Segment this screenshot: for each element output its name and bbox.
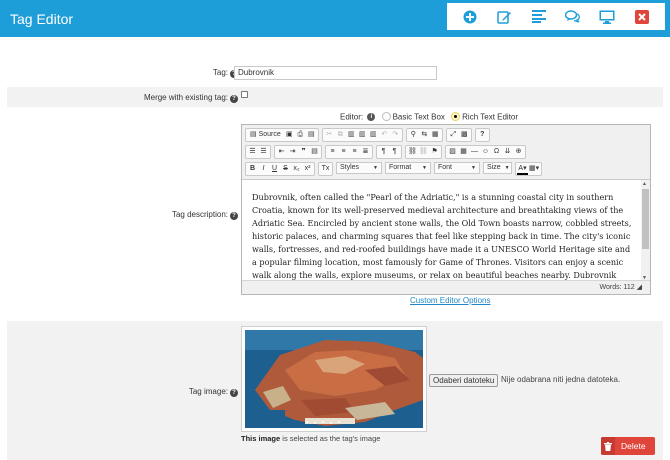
- paste-word-icon[interactable]: ▥: [368, 129, 379, 141]
- editor-chooser: Editor: i Basic Text Box Rich Text Edito…: [340, 112, 519, 122]
- outdent-icon[interactable]: ⇤: [276, 146, 287, 158]
- info-icon[interactable]: i: [367, 112, 376, 121]
- italic-icon[interactable]: I: [258, 163, 269, 175]
- custom-editor-options-link[interactable]: Custom Editor Options: [410, 296, 490, 305]
- scroll-up-icon[interactable]: ▲: [642, 181, 647, 187]
- help-icon[interactable]: ?: [230, 212, 238, 220]
- ltr-icon[interactable]: ¶: [378, 146, 389, 158]
- close-icon[interactable]: [633, 8, 651, 26]
- window-title: Tag Editor: [10, 11, 74, 27]
- image-note: This image is selected as the tag's imag…: [241, 434, 381, 443]
- help-icon[interactable]: ?: [230, 95, 238, 103]
- comments-icon[interactable]: [564, 8, 582, 26]
- edit-icon[interactable]: [495, 8, 513, 26]
- rtl-icon[interactable]: ¶: [389, 146, 400, 158]
- styles-dropdown[interactable]: Styles ▼: [336, 162, 382, 174]
- tag-image-picture: [245, 330, 423, 428]
- image-label: Tag image:?: [189, 387, 238, 397]
- special-char-icon[interactable]: Ω: [491, 146, 502, 158]
- print-icon[interactable]: ⎙: [295, 129, 306, 141]
- preview-icon[interactable]: ▤: [306, 129, 317, 141]
- title-bar: Tag Editor: [0, 0, 670, 37]
- numbered-list-icon[interactable]: ☰: [247, 146, 258, 158]
- smiley-icon[interactable]: ☺: [480, 146, 491, 158]
- help-icon[interactable]: ?: [477, 129, 488, 141]
- editor-scrollbar[interactable]: ▲ ▼: [641, 180, 650, 282]
- iframe-icon[interactable]: ⊕: [513, 146, 524, 158]
- description-label: Tag description:?: [172, 210, 238, 220]
- superscript-icon[interactable]: x²: [302, 163, 313, 175]
- scroll-thumb[interactable]: [642, 189, 649, 249]
- strike-icon[interactable]: S: [280, 163, 291, 175]
- horizontal-line-icon[interactable]: ―: [469, 146, 480, 158]
- help-icon[interactable]: ?: [230, 389, 238, 397]
- merge-label: Merge with existing tag:?: [144, 93, 238, 103]
- find-icon[interactable]: ⚲: [408, 129, 419, 141]
- undo-icon[interactable]: ↶: [379, 129, 390, 141]
- radio-basic-text-box[interactable]: [381, 112, 391, 122]
- source-button[interactable]: ▤ Source: [247, 129, 284, 141]
- merge-row: [7, 87, 663, 107]
- copy-icon[interactable]: ⧉: [335, 129, 346, 141]
- background-color-icon[interactable]: ▦▾: [528, 163, 540, 175]
- tag-image: [241, 326, 427, 432]
- text-color-icon[interactable]: A▾: [517, 163, 528, 175]
- select-all-icon[interactable]: ▦: [430, 129, 441, 141]
- link-icon[interactable]: ⛓: [407, 146, 418, 158]
- size-dropdown[interactable]: Size ▼: [483, 162, 512, 174]
- format-dropdown[interactable]: Format ▼: [385, 162, 431, 174]
- list-icon[interactable]: [530, 8, 548, 26]
- rich-text-editor: ▤ Source ▣ ⎙ ▤ ✂ ⧉ ▥ ▥ ▥ ↶ ↷ ⚲ ⇆ ▦ ⤢ ▩ ?…: [241, 124, 651, 295]
- div-container-icon[interactable]: ▤: [309, 146, 320, 158]
- align-center-icon[interactable]: ≡: [338, 146, 349, 158]
- paste-text-icon[interactable]: ▥: [357, 129, 368, 141]
- editor-content[interactable]: Dubrovnik, often called the "Pearl of th…: [242, 180, 642, 282]
- blockquote-icon[interactable]: ❞: [298, 146, 309, 158]
- maximize-icon[interactable]: ⤢: [448, 129, 459, 141]
- trash-icon: [601, 437, 615, 455]
- redo-icon[interactable]: ↷: [390, 129, 401, 141]
- justify-icon[interactable]: ≣: [360, 146, 371, 158]
- word-count: Words: 112: [599, 284, 635, 291]
- templates-icon[interactable]: ▣: [284, 129, 295, 141]
- radio-rich-text-editor[interactable]: [451, 112, 461, 122]
- image-icon[interactable]: ▨: [447, 146, 458, 158]
- unlink-icon[interactable]: ⛓: [418, 146, 429, 158]
- subscript-icon[interactable]: x₂: [291, 163, 302, 175]
- tag-input[interactable]: Dubrovnik: [234, 66, 437, 80]
- show-blocks-icon[interactable]: ▩: [459, 129, 470, 141]
- bulleted-list-icon[interactable]: ☰: [258, 146, 269, 158]
- editor-statusbar: Words: 112 ◢: [242, 280, 650, 294]
- indent-icon[interactable]: ⇥: [287, 146, 298, 158]
- toolbox: [447, 3, 665, 30]
- replace-icon[interactable]: ⇆: [419, 129, 430, 141]
- page-break-icon[interactable]: ⇊: [502, 146, 513, 158]
- cut-icon[interactable]: ✂: [324, 129, 335, 141]
- bold-icon[interactable]: B: [247, 163, 258, 175]
- delete-button[interactable]: Delete: [601, 437, 655, 455]
- editor-toolbars: ▤ Source ▣ ⎙ ▤ ✂ ⧉ ▥ ▥ ▥ ↶ ↷ ⚲ ⇆ ▦ ⤢ ▩ ?…: [242, 125, 650, 180]
- font-dropdown[interactable]: Font ▼: [434, 162, 480, 174]
- align-left-icon[interactable]: ≡: [327, 146, 338, 158]
- choose-file-button[interactable]: Odaberi datoteku: [429, 374, 499, 387]
- anchor-icon[interactable]: ⚑: [429, 146, 440, 158]
- merge-checkbox[interactable]: [241, 91, 248, 98]
- monitor-icon[interactable]: [598, 8, 616, 26]
- table-icon[interactable]: ▦: [458, 146, 469, 158]
- file-status: Nije odabrana niti jedna datoteka.: [501, 375, 621, 384]
- paste-icon[interactable]: ▥: [346, 129, 357, 141]
- align-right-icon[interactable]: ≡: [349, 146, 360, 158]
- remove-format-icon[interactable]: Tx: [320, 163, 331, 175]
- add-icon[interactable]: [461, 8, 479, 26]
- underline-icon[interactable]: U: [269, 163, 280, 175]
